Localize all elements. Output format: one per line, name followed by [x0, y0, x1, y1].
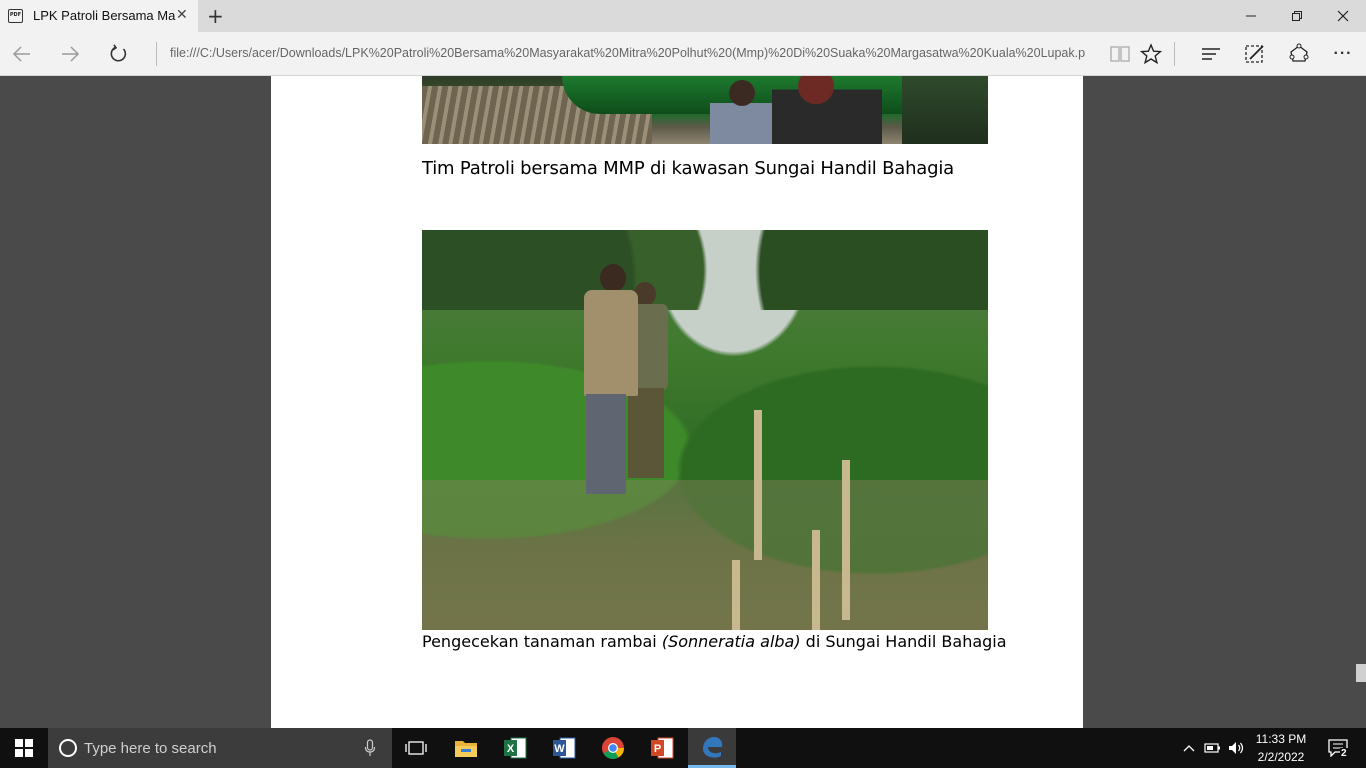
share-icon[interactable]: [1285, 40, 1313, 68]
taskbar-search[interactable]: Type here to search: [48, 728, 392, 768]
edge-icon[interactable]: [688, 728, 736, 768]
search-placeholder: Type here to search: [84, 740, 217, 757]
clock[interactable]: 11:33 PM 2/2/2022: [1250, 728, 1312, 768]
restore-icon[interactable]: [1274, 0, 1320, 32]
word-icon[interactable]: W: [540, 728, 588, 768]
refresh-icon[interactable]: [104, 40, 132, 68]
scrollbar-thumb[interactable]: [1356, 664, 1366, 682]
close-window-icon[interactable]: [1320, 0, 1366, 32]
clock-date: 2/2/2022: [1257, 750, 1305, 764]
svg-text:X: X: [507, 743, 515, 755]
minimize-icon[interactable]: [1228, 0, 1274, 32]
photo-caption: Tim Patroli bersama MMP di kawasan Sunga…: [422, 158, 954, 179]
tab-active[interactable]: PDF LPK Patroli Bersama Ma ✕: [0, 0, 198, 32]
file-explorer-icon[interactable]: [442, 728, 490, 768]
divider: [156, 42, 157, 66]
notification-icon[interactable]: 2: [1318, 728, 1358, 768]
windows-start-icon[interactable]: [0, 728, 48, 768]
plus-icon[interactable]: +: [207, 4, 224, 28]
hub-icon[interactable]: [1197, 40, 1225, 68]
cortana-icon: [59, 739, 77, 757]
pdf-icon: PDF: [8, 9, 23, 23]
reading-view-icon[interactable]: [1106, 40, 1134, 68]
taskbar: Type here to search X W P 11:33 PM 2/2/2…: [0, 728, 1366, 768]
scientific-name: (Sonneratia alba): [661, 632, 801, 651]
divider: [1174, 42, 1175, 66]
powerpoint-icon[interactable]: P: [638, 728, 686, 768]
pdf-page: Tim Patroli bersama MMP di kawasan Sunga…: [271, 76, 1083, 728]
clock-time: 11:33 PM: [1255, 732, 1307, 746]
microphone-icon[interactable]: [364, 739, 376, 757]
chevron-up-icon[interactable]: [1178, 728, 1200, 768]
star-icon[interactable]: [1137, 40, 1165, 68]
more-icon[interactable]: ···: [1329, 40, 1357, 68]
navigation-bar: file:///C:/Users/acer/Downloads/LPK%20Pa…: [0, 32, 1366, 76]
photo-caption: Pengecekan tanaman rambai (Sonneratia al…: [422, 632, 1007, 651]
patrol-team-photo: [422, 76, 988, 144]
mangrove-inspection-photo: [422, 230, 988, 630]
svg-text:W: W: [554, 743, 565, 755]
caption-text: di Sungai Handil Bahagia: [800, 632, 1007, 651]
back-icon[interactable]: [8, 40, 36, 68]
excel-icon[interactable]: X: [491, 728, 539, 768]
document-viewport[interactable]: Tim Patroli bersama MMP di kawasan Sunga…: [0, 76, 1366, 728]
web-note-icon[interactable]: [1241, 40, 1269, 68]
caption-text: Pengecekan tanaman rambai: [422, 632, 662, 651]
task-view-icon[interactable]: [392, 728, 440, 768]
volume-icon[interactable]: [1226, 728, 1248, 768]
address-bar[interactable]: file:///C:/Users/acer/Downloads/LPK%20Pa…: [170, 46, 1092, 60]
battery-icon[interactable]: [1202, 728, 1224, 768]
scrollbar[interactable]: [1354, 76, 1366, 728]
close-icon[interactable]: ✕: [176, 7, 188, 23]
forward-icon[interactable]: [56, 40, 84, 68]
tab-title: LPK Patroli Bersama Ma: [33, 8, 176, 23]
tab-bar: PDF LPK Patroli Bersama Ma ✕ +: [0, 0, 1366, 32]
chrome-icon[interactable]: [589, 728, 637, 768]
svg-text:P: P: [654, 743, 661, 755]
notification-count: 2: [1340, 748, 1348, 759]
